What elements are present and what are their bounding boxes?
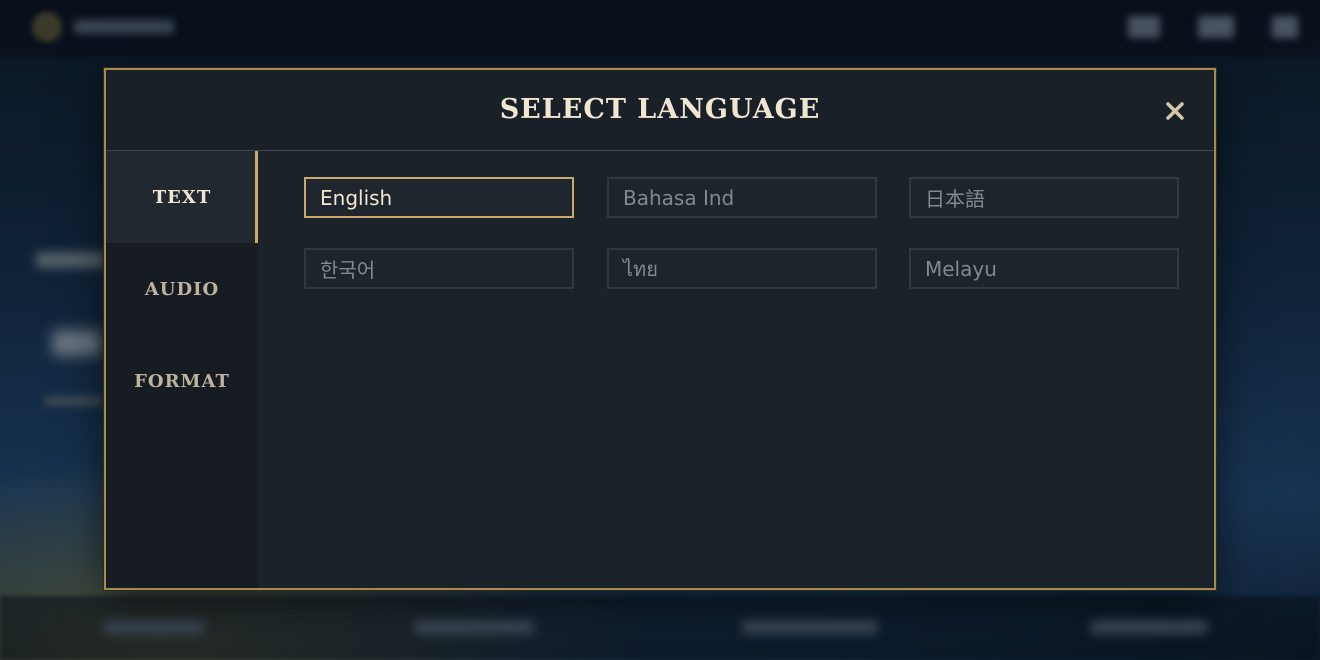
background-blurred-label	[52, 330, 102, 356]
language-option-japanese[interactable]: 日本語	[909, 177, 1179, 218]
game-client-background: SELECT LANGUAGE TEXT AUDIO FORMAT Englis…	[0, 0, 1320, 660]
settings-tab-sidebar: TEXT AUDIO FORMAT	[106, 151, 258, 588]
language-option-label: Bahasa Ind	[623, 185, 735, 210]
background-logo	[32, 12, 62, 42]
tab-format[interactable]: FORMAT	[106, 335, 258, 427]
language-option-korean[interactable]: 한국어	[304, 248, 574, 289]
dialog-title: SELECT LANGUAGE	[499, 94, 821, 125]
close-icon	[1166, 102, 1184, 120]
language-option-label: 日本語	[925, 187, 985, 211]
tab-audio-label: AUDIO	[144, 278, 220, 300]
background-blurred-label	[36, 252, 106, 268]
background-blurred-label	[44, 396, 104, 406]
tab-audio[interactable]: AUDIO	[106, 243, 258, 335]
background-icon	[1272, 16, 1298, 38]
tab-format-label: FORMAT	[134, 370, 230, 392]
background-icon	[1128, 16, 1160, 38]
background-bottom-item	[742, 620, 878, 634]
language-option-label: 한국어	[320, 258, 376, 282]
background-top-bar	[0, 0, 1320, 56]
background-icon	[1198, 16, 1234, 38]
language-option-thai[interactable]: ไทย	[607, 248, 877, 289]
language-option-label: ไทย	[623, 256, 658, 281]
background-bottom-item	[1090, 620, 1208, 634]
language-option-label: English	[320, 185, 393, 210]
language-option-bahasa-indonesia[interactable]: Bahasa Ind	[607, 177, 877, 218]
language-options-panel: English Bahasa Ind 日本語 한국어 ไทย Melayu	[258, 151, 1214, 588]
language-option-english[interactable]: English	[304, 177, 574, 218]
background-bottom-item	[104, 620, 204, 634]
select-language-dialog: SELECT LANGUAGE TEXT AUDIO FORMAT Englis…	[104, 68, 1216, 590]
tab-text[interactable]: TEXT	[106, 151, 258, 243]
language-option-malay[interactable]: Melayu	[909, 248, 1179, 289]
language-option-label: Melayu	[925, 256, 997, 281]
close-button[interactable]	[1158, 94, 1192, 128]
dialog-header: SELECT LANGUAGE	[106, 70, 1214, 151]
tab-text-label: TEXT	[152, 186, 212, 208]
background-logo-text	[74, 20, 174, 34]
background-bottom-item	[414, 620, 534, 634]
